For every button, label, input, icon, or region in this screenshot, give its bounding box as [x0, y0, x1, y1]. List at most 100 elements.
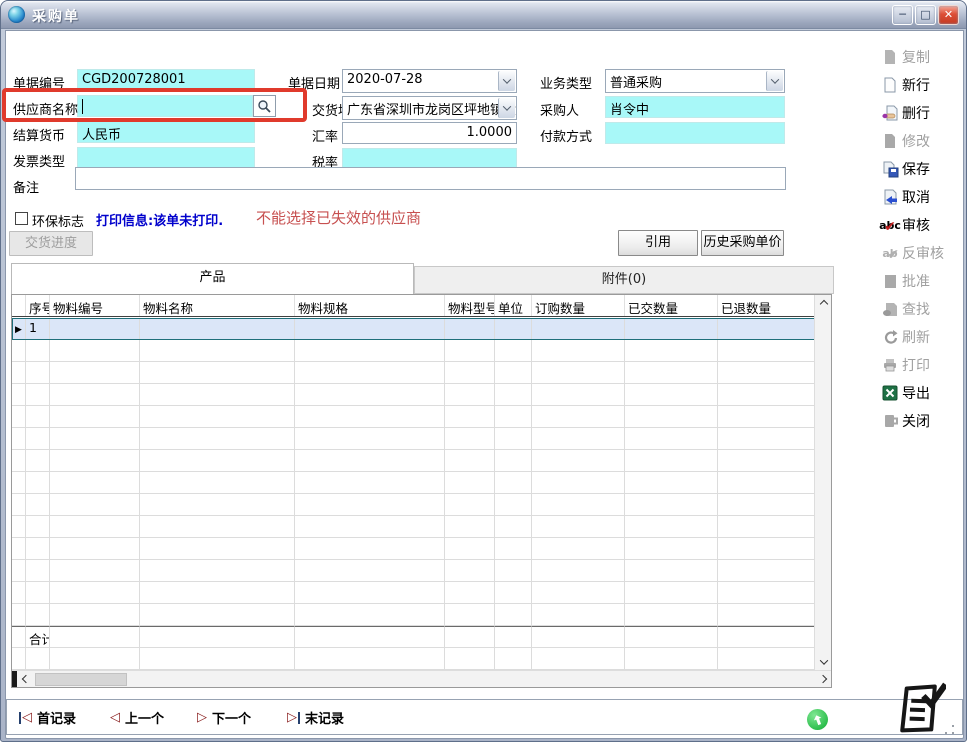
- supplier-search-button[interactable]: [253, 95, 276, 117]
- currency-field[interactable]: 人民币: [77, 121, 255, 143]
- minimize-button[interactable]: ─: [892, 5, 913, 25]
- scrollbar-thumb[interactable]: [35, 673, 127, 686]
- vertical-scrollbar[interactable]: [814, 295, 831, 670]
- sidebar-button-cancel[interactable]: 取消: [881, 185, 959, 209]
- column-header[interactable]: 已退数量: [718, 295, 814, 316]
- column-header[interactable]: 物料规格: [295, 295, 445, 316]
- sidebar-button-modify[interactable]: 修改: [881, 129, 959, 153]
- table-row[interactable]: ▶1: [12, 318, 815, 340]
- column-header[interactable]: 物料编号: [50, 295, 140, 316]
- invoice-type-field[interactable]: [77, 147, 255, 169]
- table-row[interactable]: [12, 472, 815, 494]
- column-header[interactable]: 序号: [26, 295, 50, 316]
- table-cell: [445, 384, 495, 406]
- table-cell: [532, 516, 625, 538]
- table-row[interactable]: [12, 648, 815, 670]
- reference-button[interactable]: 引用: [618, 230, 698, 256]
- table-cell: [26, 472, 50, 494]
- sidebar-button-save[interactable]: 保存: [881, 157, 959, 181]
- table-cell: [140, 516, 295, 538]
- supplier-input[interactable]: [77, 95, 253, 117]
- column-header[interactable]: 已交数量: [625, 295, 718, 316]
- sidebar-button-audit[interactable]: abc✔ 审核: [881, 213, 959, 237]
- table-cell: [140, 494, 295, 516]
- maximize-button[interactable]: □: [915, 5, 936, 25]
- table-cell: [295, 494, 445, 516]
- doc-no-field[interactable]: CGD200728001: [77, 69, 255, 91]
- table-cell: [718, 340, 814, 362]
- table-cell: [445, 472, 495, 494]
- table-row[interactable]: [12, 362, 815, 384]
- sidebar-button-approve[interactable]: 批准: [881, 269, 959, 293]
- scroll-down-icon[interactable]: [815, 653, 832, 670]
- sidebar-button-close-form[interactable]: 关闭: [881, 409, 959, 433]
- resize-grip[interactable]: [945, 725, 955, 735]
- table-cell: [50, 384, 140, 406]
- remark-field[interactable]: [75, 167, 786, 190]
- tab-attachments[interactable]: 附件(0): [414, 266, 834, 294]
- horizontal-scrollbar[interactable]: [12, 670, 831, 687]
- sidebar-button-new-row[interactable]: 新行: [881, 73, 959, 97]
- table-cell: [625, 450, 718, 472]
- close-button[interactable]: ✕: [938, 5, 959, 25]
- last-record-icon: ▷: [287, 711, 300, 724]
- scroll-left-icon[interactable]: [17, 671, 34, 688]
- table-row[interactable]: [12, 560, 815, 582]
- table-cell: [718, 560, 814, 582]
- table-row[interactable]: [12, 494, 815, 516]
- table-row[interactable]: [12, 340, 815, 362]
- total-row[interactable]: 合计: [12, 626, 815, 648]
- purchaser-field[interactable]: 肖令中: [605, 96, 785, 118]
- table-row[interactable]: [12, 582, 815, 604]
- title-bar[interactable]: 采购单 ─ □ ✕: [1, 1, 966, 29]
- table-row[interactable]: [12, 538, 815, 560]
- biz-type-combo[interactable]: 普通采购: [605, 69, 785, 93]
- exchange-rate-label: 汇率: [312, 126, 338, 145]
- first-record-button[interactable]: ◁ 首记录: [19, 708, 76, 727]
- column-header[interactable]: 物料名称: [140, 295, 295, 316]
- table-row[interactable]: [12, 406, 815, 428]
- table-row[interactable]: [12, 428, 815, 450]
- sidebar-button-refresh[interactable]: 刷新: [881, 325, 959, 349]
- scroll-up-icon[interactable]: [815, 295, 832, 312]
- last-record-button[interactable]: ▷ 末记录: [287, 708, 344, 727]
- chevron-down-icon[interactable]: [498, 98, 515, 118]
- table-row[interactable]: [12, 516, 815, 538]
- refresh-icon: [881, 329, 899, 346]
- exchange-rate-field[interactable]: 1.0000: [342, 122, 517, 144]
- chevron-down-icon[interactable]: [498, 71, 515, 91]
- sidebar-button-find[interactable]: 查找: [881, 297, 959, 321]
- modify-icon: [881, 133, 899, 150]
- table-cell: [625, 516, 718, 538]
- eco-flag-checkbox[interactable]: [15, 212, 28, 225]
- sidebar-button-delete-row[interactable]: 删行: [881, 101, 959, 125]
- next-record-icon: ▷: [197, 711, 207, 724]
- sidebar-button-print[interactable]: 打印: [881, 353, 959, 377]
- sidebar-button-export[interactable]: 导出: [881, 381, 959, 405]
- table-cell: [295, 472, 445, 494]
- previous-record-button[interactable]: ◁ 上一个: [110, 708, 164, 727]
- approve-icon: [881, 273, 899, 290]
- column-header[interactable]: 物料型号: [445, 295, 495, 316]
- scroll-right-icon[interactable]: [814, 671, 831, 688]
- cancel-icon: [881, 189, 899, 206]
- column-header[interactable]: 单位: [495, 295, 532, 316]
- table-row[interactable]: [12, 604, 815, 626]
- table-cell: 合计: [26, 626, 50, 648]
- delivery-place-combo[interactable]: 广东省深圳市龙岗区坪地镇六: [342, 96, 517, 120]
- chevron-down-icon[interactable]: [766, 71, 783, 91]
- table-row[interactable]: [12, 450, 815, 472]
- next-record-button[interactable]: ▷ 下一个: [197, 708, 251, 727]
- history-price-button[interactable]: 历史采购单价: [701, 230, 784, 256]
- table-cell: [295, 406, 445, 428]
- table-cell: [718, 362, 814, 384]
- payment-field[interactable]: [605, 122, 785, 144]
- doc-date-combo[interactable]: 2020-07-28: [342, 69, 517, 93]
- sidebar-button-copy[interactable]: 复制: [881, 45, 959, 69]
- table-cell: [295, 560, 445, 582]
- delivery-progress-button[interactable]: 交货进度: [9, 231, 93, 256]
- column-header[interactable]: 订购数量: [532, 295, 625, 316]
- tab-products[interactable]: 产品: [11, 263, 414, 294]
- table-row[interactable]: [12, 384, 815, 406]
- sidebar-button-unaudit[interactable]: ab✔ 反审核: [881, 241, 959, 265]
